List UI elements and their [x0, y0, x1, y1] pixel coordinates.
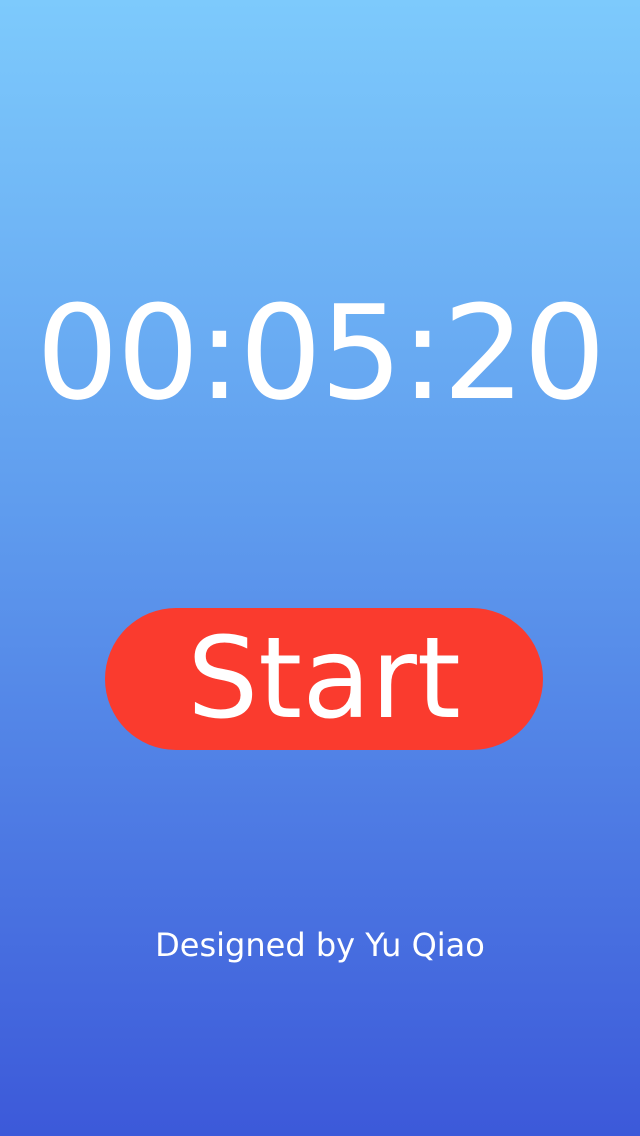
timer-display: 00:05:20	[36, 277, 606, 429]
stopwatch-screen: 00:05:20 Start Designed by Yu Qiao	[0, 0, 640, 1136]
designer-credit: Designed by Yu Qiao	[155, 926, 485, 964]
start-button[interactable]: Start	[105, 608, 543, 750]
